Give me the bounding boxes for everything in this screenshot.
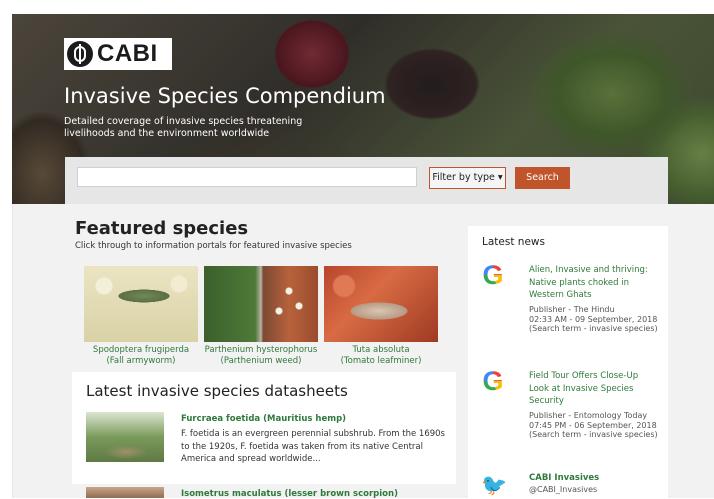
furcraea-thumbnail[interactable] [86,412,164,462]
datasheet-link[interactable]: Furcraea foetida (Mauritius hemp) [181,414,346,424]
news-meta: Publisher - Entomology Today 07:45 PM - … [529,411,658,439]
google-icon: G [480,368,506,395]
latest-datasheets-heading: Latest invasive species datasheets [86,382,348,400]
filter-by-type-dropdown[interactable]: Filter by type ▾ [429,167,506,189]
twitter-account-name[interactable]: CABI Invasives [529,473,599,483]
datasheet-description: F. foetida is an evergreen perennial sub… [181,429,445,464]
latest-news-heading: Latest news [482,236,545,248]
twitter-icon[interactable]: 🐦 [481,474,507,496]
cabi-logo-icon [67,41,93,67]
featured-caption-line2[interactable]: (Tomato leafminer) [324,356,438,367]
twitter-handle: @CABI_Invasives [529,485,598,494]
site-tagline: Detailed coverage of invasive species th… [64,116,303,139]
search-input[interactable] [77,167,417,187]
cabi-logo-text: CABI [97,40,158,67]
tomato-leafminer-image[interactable] [324,266,438,342]
search-button[interactable]: Search [515,167,570,189]
featured-caption[interactable]: Parthenium hysterophorus (Parthenium wee… [204,345,318,367]
featured-caption-line2[interactable]: (Fall armyworm) [84,356,198,367]
featured-caption-line1[interactable]: Parthenium hysterophorus [204,345,318,356]
featured-caption[interactable]: Spodoptera frugiperda (Fall armyworm) [84,345,198,367]
search-bar: Filter by type ▾ Search [65,157,668,204]
featured-item-tuta[interactable]: Tuta absoluta (Tomato leafminer) [324,266,438,367]
featured-species-subtitle: Click through to information portals for… [75,241,352,251]
featured-caption-line2[interactable]: (Parthenium weed) [204,356,318,367]
featured-caption[interactable]: Tuta absoluta (Tomato leafminer) [324,345,438,367]
fall-armyworm-image[interactable] [84,266,198,342]
featured-caption-line1[interactable]: Spodoptera frugiperda [84,345,198,356]
featured-caption-line1[interactable]: Tuta absoluta [324,345,438,356]
google-icon: G [480,262,506,289]
featured-item-parthenium[interactable]: Parthenium hysterophorus (Parthenium wee… [204,266,318,367]
news-headline[interactable]: Field Tour Offers Close-Up Look at Invas… [529,370,659,408]
parthenium-weed-image[interactable] [204,266,318,342]
featured-item-spodoptera[interactable]: Spodoptera frugiperda (Fall armyworm) [84,266,198,367]
parthenium-flowers [204,266,318,342]
news-meta: Publisher - The Hindu 02:33 AM - 09 Sept… [529,305,658,333]
site-title: Invasive Species Compendium [64,84,386,108]
cabi-logo[interactable]: CABI [64,38,172,70]
news-headline[interactable]: Alien, Invasive and thriving: Native pla… [529,264,659,302]
scorpion-thumbnail[interactable] [86,487,164,498]
featured-species-heading: Featured species [75,218,249,239]
